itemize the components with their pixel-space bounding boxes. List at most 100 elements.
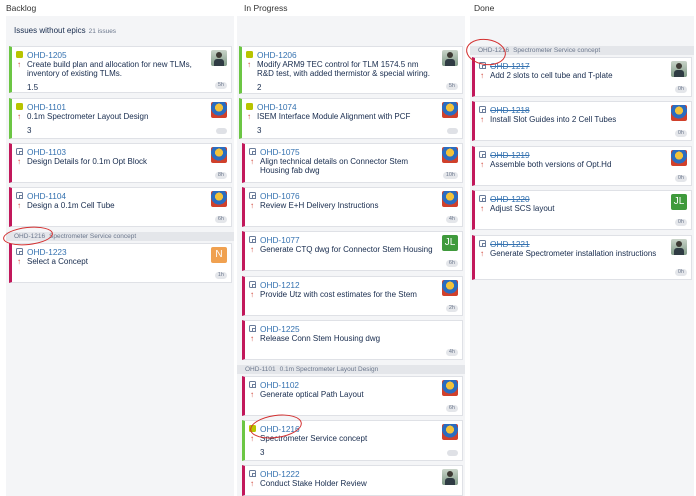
time-estimate-badge: 0h [674, 86, 687, 93]
story-icon [246, 51, 253, 58]
assignee-avatar[interactable] [211, 147, 227, 163]
priority-high-icon: ↑ [17, 257, 21, 266]
time-estimate-badge: 6h [214, 216, 227, 223]
assignee-avatar[interactable] [442, 469, 458, 485]
card-ohd-1101[interactable]: ↑ OHD-1101 0.1m Spectrometer Layout Desi… [9, 98, 232, 139]
subtask-icon [249, 470, 256, 477]
priority-high-icon: ↑ [250, 334, 254, 343]
issue-key[interactable]: OHD-1102 [260, 380, 299, 390]
assignee-avatar[interactable] [442, 50, 458, 66]
card-ohd-1077[interactable]: ↑ OHD-1077 Generate CTQ dwg for Connecto… [242, 231, 463, 271]
assignee-avatar[interactable] [442, 102, 458, 118]
issue-summary: Provide Utz with cost estimates for the … [260, 290, 417, 299]
assignee-avatar[interactable] [442, 380, 458, 396]
assignee-avatar[interactable]: JL [671, 194, 687, 210]
subtask-icon [16, 192, 23, 199]
story-icon [246, 103, 253, 110]
subtask-icon [249, 148, 256, 155]
card-ohd-1221[interactable]: ↑ OHD-1221 Generate Spectrometer install… [472, 235, 692, 280]
story-icon [16, 51, 23, 58]
swimlane-issues-without-epics[interactable]: Issues without epics 21 issues [14, 26, 116, 35]
card-ohd-1217[interactable]: ↑ OHD-1217 Add 2 slots to cell tube and … [472, 57, 692, 97]
issue-key[interactable]: OHD-1076 [260, 191, 300, 201]
card-ohd-1075[interactable]: ↑ OHD-1075 Align technical details on Co… [242, 143, 463, 183]
issue-key[interactable]: OHD-1221 [490, 239, 530, 249]
card-ohd-1206[interactable]: ↑ OHD-1206 Modify ARM9 TEC control for T… [239, 46, 463, 94]
subtask-icon [16, 148, 23, 155]
priority-high-icon: ↑ [247, 60, 251, 69]
story-points: 3 [257, 126, 262, 135]
card-ohd-1218[interactable]: ↑ OHD-1218 Install Slot Guides into 2 Ce… [472, 101, 692, 141]
assignee-avatar[interactable] [671, 239, 687, 255]
card-ohd-1103[interactable]: ↑ OHD-1103 Design Details for 0.1m Opt B… [9, 143, 232, 183]
card-ohd-1222[interactable]: ↑ OHD-1222 Conduct Stake Holder Review [242, 465, 463, 496]
issue-key[interactable]: OHD-1077 [260, 235, 300, 245]
issue-summary: Add 2 slots to cell tube and T-plate [490, 71, 613, 80]
card-ohd-1074[interactable]: ↑ OHD-1074 ISEM Interface Module Alignme… [239, 98, 463, 139]
assignee-avatar[interactable] [442, 424, 458, 440]
assignee-avatar[interactable] [211, 50, 227, 66]
issue-key[interactable]: OHD-1075 [260, 147, 300, 157]
issue-key[interactable]: OHD-1223 [27, 247, 67, 257]
issue-summary: Create build plan and allocation for new… [27, 60, 192, 78]
column-header-done: Done [474, 3, 495, 13]
issue-summary: 0.1m Spectrometer Layout Design [27, 112, 149, 121]
issue-key[interactable]: OHD-1103 [27, 147, 66, 157]
subtask-icon [249, 325, 256, 332]
issue-key[interactable]: OHD-1101 [27, 102, 66, 112]
subtask-icon [249, 192, 256, 199]
issue-key[interactable]: OHD-1219 [490, 150, 530, 160]
issue-key[interactable]: OHD-1104 [27, 191, 66, 201]
assignee-avatar[interactable] [442, 191, 458, 207]
assignee-avatar[interactable] [442, 147, 458, 163]
time-estimate-badge: 0h [674, 130, 687, 137]
priority-high-icon: ↑ [17, 60, 21, 69]
card-ohd-1220[interactable]: ↑ OHD-1220 Adjust SCS layout JL 0h [472, 190, 692, 230]
issue-summary: Install Slot Guides into 2 Cell Tubes [490, 115, 617, 124]
column-header-backlog: Backlog [6, 3, 37, 13]
card-ohd-1212[interactable]: ↑ OHD-1212 Provide Utz with cost estimat… [242, 276, 463, 316]
priority-high-icon: ↑ [480, 160, 484, 169]
issue-key[interactable]: OHD-1205 [27, 50, 67, 60]
card-ohd-1219[interactable]: ↑ OHD-1219 Assemble both versions of Opt… [472, 146, 692, 186]
assignee-avatar[interactable] [671, 61, 687, 77]
issue-summary: Conduct Stake Holder Review [260, 479, 367, 488]
lane-epic-title: Spectrometer Service concept [513, 47, 601, 54]
issue-summary: Adjust SCS layout [490, 204, 555, 213]
issue-summary: Assemble both versions of Opt.Hd [490, 160, 612, 169]
time-estimate-badge: 4h [445, 216, 458, 223]
issue-key[interactable]: OHD-1222 [260, 469, 300, 479]
story-icon [16, 103, 23, 110]
issue-key[interactable]: OHD-1220 [490, 194, 530, 204]
card-ohd-1223[interactable]: ↑ OHD-1223 Select a Concept N 1h [9, 243, 232, 283]
card-ohd-1102[interactable]: ↑ OHD-1102 Generate optical Path Layout … [242, 376, 463, 416]
assignee-avatar[interactable] [211, 102, 227, 118]
time-estimate-badge: 1h [214, 272, 227, 279]
lane-epic-title: 0.1m Spectrometer Layout Design [279, 366, 379, 373]
issue-key[interactable]: OHD-1074 [257, 102, 297, 112]
priority-high-icon: ↑ [17, 157, 21, 166]
priority-high-icon: ↑ [17, 112, 21, 121]
assignee-avatar[interactable] [671, 150, 687, 166]
assignee-avatar[interactable] [671, 105, 687, 121]
issue-key[interactable]: OHD-1218 [490, 105, 530, 115]
card-ohd-1076[interactable]: ↑ OHD-1076 Review E+H Delivery Instructi… [242, 187, 463, 227]
assignee-avatar[interactable]: N [211, 247, 227, 263]
swimlane-title: Issues without epics [14, 26, 86, 35]
card-ohd-1205[interactable]: ↑ OHD-1205 Create build plan and allocat… [9, 46, 232, 93]
issue-key[interactable]: OHD-1225 [260, 324, 300, 334]
lane-header-ohd-1101[interactable]: OHD-1101 0.1m Spectrometer Layout Design [237, 365, 465, 374]
estimate-pill [447, 128, 458, 134]
card-ohd-1104[interactable]: ↑ OHD-1104 Design a 0.1m Cell Tube 6h [9, 187, 232, 227]
subtask-icon [479, 106, 486, 113]
card-ohd-1225[interactable]: ↑ OHD-1225 Release Conn Stem Housing dwg… [242, 320, 463, 360]
subtask-icon [479, 151, 486, 158]
time-estimate-badge: 5h [214, 82, 227, 89]
assignee-avatar[interactable] [442, 280, 458, 296]
issue-key[interactable]: OHD-1212 [260, 280, 300, 290]
issue-key[interactable]: OHD-1206 [257, 50, 297, 60]
assignee-avatar[interactable]: JL [442, 235, 458, 251]
assignee-avatar[interactable] [211, 191, 227, 207]
subtask-icon [249, 381, 256, 388]
subtask-icon [249, 236, 256, 243]
